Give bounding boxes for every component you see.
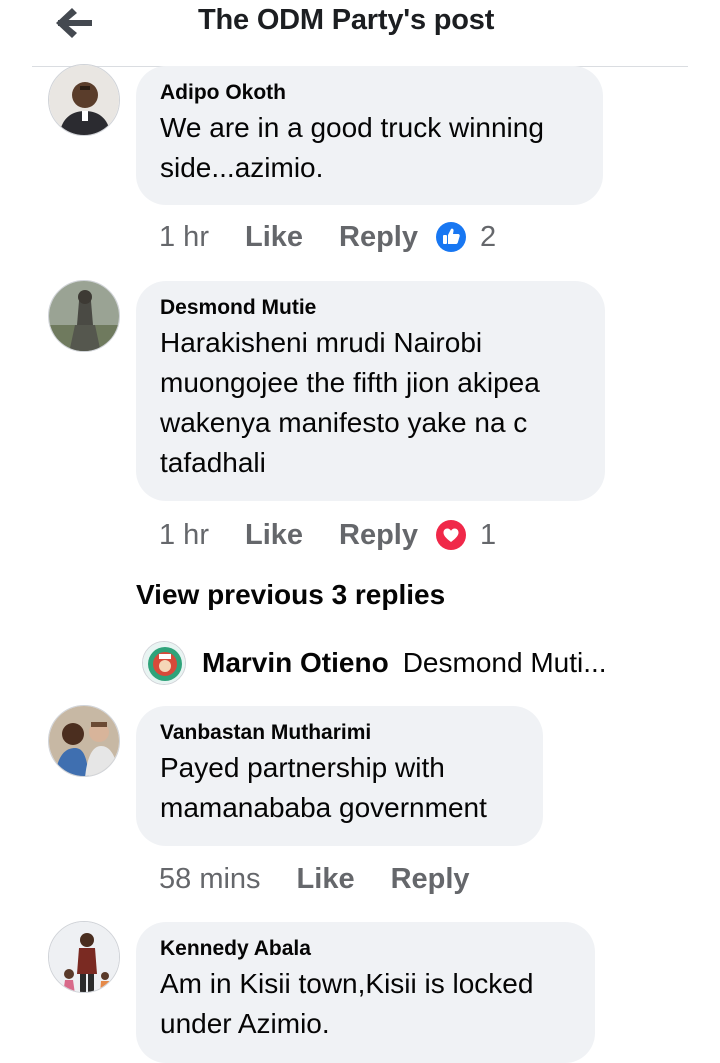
- comment-actions: 58 mins Like Reply: [159, 859, 488, 899]
- reaction-count[interactable]: 2: [480, 221, 496, 254]
- comment-bubble: Adipo Okoth We are in a good truck winni…: [136, 66, 603, 205]
- comment-text: Payed partnership with mamanababa govern…: [160, 748, 519, 828]
- comment-author[interactable]: Kennedy Abala: [160, 936, 571, 962]
- comment-text: Harakisheni mrudi Nairobi muongojee the …: [160, 323, 581, 483]
- avatar[interactable]: [48, 705, 120, 777]
- comment-actions: 1 hr Like Reply 2: [159, 217, 496, 257]
- comment-text-line: tafadhali: [160, 447, 266, 478]
- page-title: The ODM Party's post: [198, 4, 495, 36]
- avatar[interactable]: [48, 921, 120, 993]
- comment-author[interactable]: Adipo Okoth: [160, 80, 579, 106]
- view-previous-replies[interactable]: View previous 3 replies: [136, 579, 445, 611]
- avatar[interactable]: [48, 280, 120, 352]
- comment-text-line: wakenya manifesto yake na c: [160, 407, 528, 438]
- like-button[interactable]: Like: [245, 221, 303, 254]
- comment-text-line: Harakisheni mrudi Nairobi: [160, 327, 483, 358]
- comment-author[interactable]: Vanbastan Mutharimi: [160, 720, 519, 746]
- comment-text: We are in a good truck winning side...az…: [160, 108, 579, 188]
- post-header: The ODM Party's post: [0, 0, 720, 66]
- reply-button[interactable]: Reply: [339, 519, 418, 552]
- love-reaction-icon[interactable]: [436, 520, 466, 550]
- comment-bubble: Kennedy Abala Am in Kisii town,Kisii is …: [136, 922, 595, 1063]
- comment-text-line: Am in Kisii town,Kisii is locked: [160, 968, 534, 999]
- reaction-count[interactable]: 1: [480, 519, 496, 552]
- comment-text-line: We are in a good truck winning: [160, 112, 544, 143]
- like-reaction-icon[interactable]: [436, 222, 466, 252]
- reply-preview-author: Marvin Otieno: [202, 647, 389, 678]
- comment-text-line: Payed partnership with: [160, 752, 445, 783]
- like-button[interactable]: Like: [297, 863, 355, 896]
- reply-button[interactable]: Reply: [391, 863, 470, 896]
- avatar[interactable]: [48, 64, 120, 136]
- comment-bubble: Desmond Mutie Harakisheni mrudi Nairobi …: [136, 281, 605, 501]
- reply-preview[interactable]: Marvin Otieno Desmond Muti...: [142, 640, 607, 686]
- avatar[interactable]: [142, 641, 186, 685]
- reply-button[interactable]: Reply: [339, 221, 418, 254]
- comment-timestamp[interactable]: 1 hr: [159, 519, 209, 552]
- comment-text: Am in Kisii town,Kisii is locked under A…: [160, 964, 571, 1044]
- comment-text-line: muongojee the fifth jion akipea: [160, 367, 540, 398]
- reply-preview-text: Desmond Muti...: [402, 647, 607, 678]
- comment-bubble: Vanbastan Mutharimi Payed partnership wi…: [136, 706, 543, 846]
- like-button[interactable]: Like: [245, 519, 303, 552]
- comment-text-line: under Azimio.: [160, 1008, 330, 1039]
- comment-text-line: side...azimio.: [160, 152, 324, 183]
- comment-text-line: mamanababa government: [160, 792, 487, 823]
- arrow-left-icon: [56, 8, 92, 38]
- comment-actions: 1 hr Like Reply 1: [159, 515, 496, 555]
- comment-timestamp[interactable]: 1 hr: [159, 221, 209, 254]
- comment-timestamp[interactable]: 58 mins: [159, 863, 261, 896]
- comment-author[interactable]: Desmond Mutie: [160, 295, 581, 321]
- back-button[interactable]: [52, 2, 98, 42]
